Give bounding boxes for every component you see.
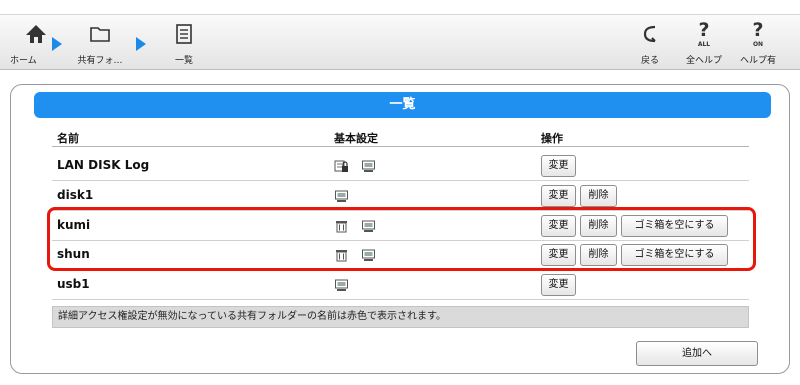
panel-title: 一覧 <box>34 92 771 118</box>
all-help-sub: ALL <box>697 41 711 48</box>
edit-button[interactable]: 変更 <box>541 274 576 296</box>
breadcrumb-arrow-icon <box>52 37 62 51</box>
header-divider <box>52 146 749 147</box>
share-icon[interactable] <box>334 189 349 203</box>
back-label: 戻る <box>640 56 659 66</box>
share-name: usb1 <box>57 277 90 291</box>
locked-folder-icon[interactable] <box>334 159 349 173</box>
home-icon <box>26 25 46 43</box>
help-on-label: ヘルプ有 <box>739 56 776 66</box>
share-name: disk1 <box>57 188 94 202</box>
toolbar: ホーム 共有フォ… 一覧 戻る ? ALL 全ヘルプ ? ON ヘルプ有 <box>0 14 800 70</box>
folder-icon <box>90 27 110 42</box>
share-name: LAN DISK Log <box>57 158 150 172</box>
column-header-actions: 操作 <box>541 132 563 145</box>
home-label: ホーム <box>10 56 37 66</box>
back-icon <box>643 25 656 43</box>
help-on-button[interactable]: ? ON ヘルプ有 <box>732 15 784 71</box>
edit-button[interactable]: 変更 <box>541 185 576 207</box>
edit-button[interactable]: 変更 <box>541 155 576 177</box>
share-icon[interactable] <box>334 278 349 292</box>
delete-button[interactable]: 削除 <box>580 185 617 207</box>
table-row: LAN DISK Log 変更 <box>52 151 749 181</box>
all-help-icon: ? <box>698 19 710 41</box>
table-row: usb1 変更 <box>52 270 749 300</box>
share-folder-label: 共有フォ… <box>77 56 123 66</box>
all-help-label: 全ヘルプ <box>685 56 722 66</box>
help-on-icon: ? <box>752 19 764 41</box>
highlight-box <box>47 207 756 271</box>
back-button[interactable]: 戻る <box>624 15 676 71</box>
list-icon <box>176 24 192 44</box>
list-label: 一覧 <box>174 56 193 66</box>
help-on-sub: ON <box>752 41 764 48</box>
share-icon[interactable] <box>361 159 376 173</box>
add-button[interactable]: 追加へ <box>636 341 758 366</box>
share-folder-button[interactable]: 共有フォ… <box>74 15 126 71</box>
notice-bar: 詳細アクセス権設定が無効になっている共有フォルダーの名前は赤色で表示されます。 <box>52 306 749 328</box>
all-help-button[interactable]: ? ALL 全ヘルプ <box>678 15 730 71</box>
column-header-name: 名前 <box>57 132 79 145</box>
breadcrumb-arrow-icon <box>136 37 146 51</box>
column-header-settings: 基本設定 <box>334 132 378 145</box>
list-button[interactable]: 一覧 <box>158 15 210 71</box>
